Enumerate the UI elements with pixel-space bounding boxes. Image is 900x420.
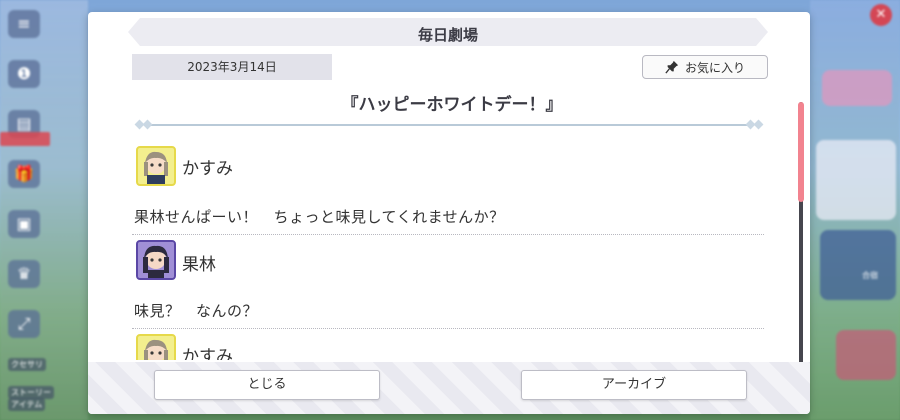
dialogue-text: 味見？ なんの？ [134,302,259,320]
pin-icon [665,60,679,74]
kasumi-avatar [136,146,176,186]
chat-icon[interactable]: ❶ [8,60,40,88]
favorite-label: お気に入り [684,60,745,75]
entry-divider [132,234,764,235]
title-divider [134,119,764,130]
date-label: 2023年3月14日 [132,54,332,80]
right-card-white[interactable] [816,140,896,220]
trophy-icon[interactable]: ♛ [8,260,40,288]
top-right-close-icon[interactable]: ✕ [870,4,892,26]
archive-button[interactable]: アーカイブ [521,370,747,400]
monitor-icon[interactable]: ▣ [8,210,40,238]
speaker-name: かすみ [182,159,233,179]
expand-icon[interactable]: ⤢ [8,310,40,338]
menu-icon[interactable]: ≡ [8,10,40,38]
close-button[interactable]: とじる [154,370,380,400]
title-bar: 毎日劇場 [128,18,768,46]
event-badge[interactable] [0,132,50,146]
karin-avatar [136,240,176,280]
dialogue-scroll-area[interactable]: かすみ 果林せんぱーい！ ちょっと味見してくれませんか？ 果林 味見？ なんの？… [132,140,772,360]
speaker-name: 果林 [182,255,216,275]
kasumi-avatar [136,334,176,360]
daily-theater-dialog: 毎日劇場 2023年3月14日 お気に入り 『ハッピーホワイトデー！』 かすみ … [88,12,810,414]
scrollbar-thumb[interactable] [798,102,804,202]
entry-divider [132,328,764,329]
right-label-camp: 合宿 [862,271,878,280]
speaker-name: かすみ [182,347,233,360]
gift-icon[interactable]: 🎁 [8,160,40,188]
dialogue-text: 果林せんぱーい！ ちょっと味見してくれませんか？ [134,208,505,226]
dialog-title: 毎日劇場 [417,26,478,44]
right-card-blue[interactable] [820,230,896,300]
left-menu-label-item: アイテム [8,398,46,411]
right-card-pink[interactable] [822,70,892,106]
right-card-red[interactable] [836,330,896,380]
story-title: 『ハッピーホワイトデー！』 [341,95,563,115]
favorite-button[interactable]: お気に入り [642,55,768,79]
left-menu-label-accessory: クセサリ [8,358,46,371]
